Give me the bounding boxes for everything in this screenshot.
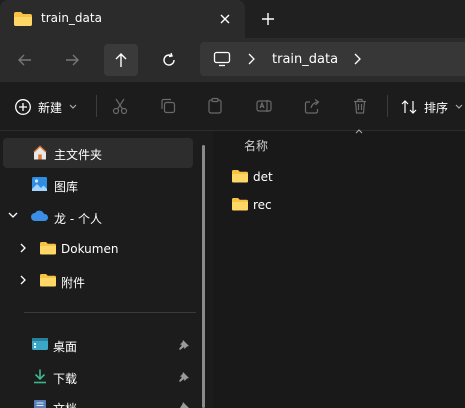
nav-item-pictures[interactable]: 图库 xyxy=(54,178,78,195)
folder-icon xyxy=(231,197,249,211)
tab-title: train_data xyxy=(41,11,102,25)
paste-icon[interactable] xyxy=(206,97,224,115)
navigation-pane xyxy=(0,131,212,408)
nav-divider xyxy=(24,312,196,313)
nav-item-downloads[interactable]: 下载 xyxy=(53,370,77,387)
file-list xyxy=(213,131,465,408)
toolbar-divider xyxy=(96,95,97,117)
folder-icon xyxy=(13,11,33,27)
nav-item-attachments[interactable]: 附件 xyxy=(61,274,85,291)
chevron-up-icon xyxy=(354,127,364,135)
pictures-icon xyxy=(31,176,48,192)
folder-icon xyxy=(39,273,57,287)
arrow-up-icon xyxy=(115,53,127,67)
chevron-down-icon xyxy=(69,104,77,109)
delete-icon[interactable] xyxy=(351,97,369,115)
chevron-right-icon[interactable] xyxy=(351,52,363,66)
new-tab-icon[interactable] xyxy=(259,10,277,28)
up-button[interactable] xyxy=(104,44,138,76)
download-icon xyxy=(32,368,48,384)
monitor-icon[interactable] xyxy=(213,51,231,67)
refresh-icon xyxy=(163,52,175,66)
arrow-right-icon xyxy=(66,54,79,66)
list-item-det[interactable]: det xyxy=(253,170,273,184)
sort-button[interactable]: 排序 xyxy=(400,92,464,122)
new-button-label: 新建 xyxy=(38,100,63,115)
back-button[interactable] xyxy=(10,45,40,75)
nav-item-documents-quick[interactable]: 文档 xyxy=(53,400,77,408)
share-icon[interactable] xyxy=(303,97,321,115)
copy-icon[interactable] xyxy=(159,97,177,115)
home-icon xyxy=(32,145,48,161)
sort-button-label: 排序 xyxy=(424,100,449,115)
toolbar-divider xyxy=(387,95,388,117)
pin-icon[interactable] xyxy=(178,339,190,351)
nav-item-documents[interactable]: Dokumen xyxy=(61,242,118,256)
forward-button[interactable] xyxy=(57,45,87,75)
chevron-right-icon[interactable] xyxy=(17,274,29,286)
plus-circle-icon xyxy=(15,99,31,115)
chevron-right-icon[interactable] xyxy=(245,52,257,66)
pin-icon[interactable] xyxy=(178,371,190,383)
close-tab-icon[interactable] xyxy=(216,10,234,28)
column-header-name[interactable]: 名称 xyxy=(244,137,268,154)
breadcrumb-train-data[interactable]: train_data xyxy=(272,52,338,67)
nav-item-home-label: 主文件夹 xyxy=(54,148,103,162)
cut-icon[interactable] xyxy=(111,97,129,115)
nav-item-onedrive[interactable]: 龙 - 个人 xyxy=(54,210,102,227)
arrow-left-icon xyxy=(18,54,31,66)
chevron-right-icon[interactable] xyxy=(17,242,29,254)
sort-icon xyxy=(401,100,417,114)
document-icon xyxy=(33,399,47,408)
cloud-icon xyxy=(30,210,50,222)
new-button[interactable]: 新建 xyxy=(10,92,82,122)
rename-icon[interactable] xyxy=(255,97,273,115)
tab-train-data[interactable] xyxy=(0,0,245,38)
nav-item-desktop[interactable]: 桌面 xyxy=(53,338,77,355)
folder-icon xyxy=(39,241,57,255)
nav-pane-scrollbar[interactable] xyxy=(202,145,205,408)
folder-icon xyxy=(231,169,249,183)
list-item-rec[interactable]: rec xyxy=(253,198,272,212)
chevron-down-icon[interactable] xyxy=(7,209,19,221)
refresh-button[interactable] xyxy=(154,45,184,75)
desktop-icon xyxy=(31,337,49,351)
chevron-down-icon xyxy=(455,104,463,109)
pin-icon[interactable] xyxy=(178,401,190,408)
